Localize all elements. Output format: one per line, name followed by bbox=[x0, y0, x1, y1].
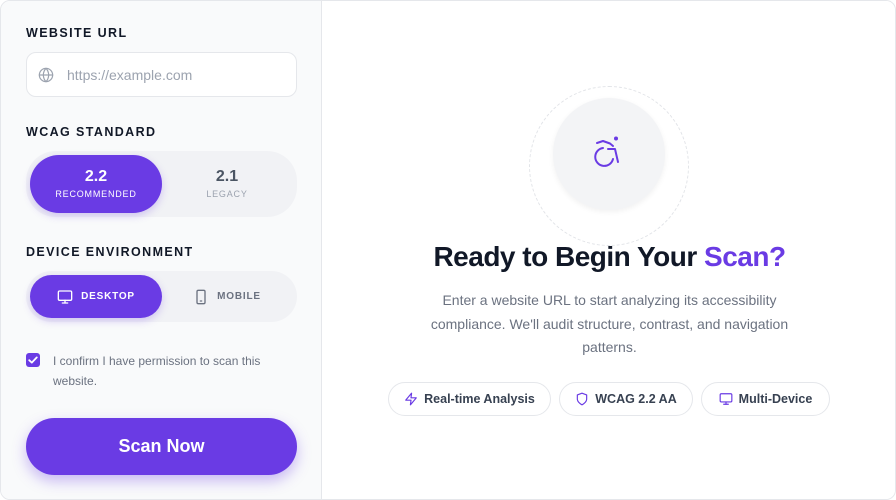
hero-title: Ready to Begin Your Scan? bbox=[322, 241, 895, 273]
checkmark-icon bbox=[28, 356, 38, 364]
device-environment-label: DEVICE ENVIRONMENT bbox=[26, 245, 194, 259]
desktop-label: DESKTOP bbox=[81, 291, 135, 302]
globe-icon bbox=[38, 67, 54, 83]
feature-label: WCAG 2.2 AA bbox=[595, 392, 677, 406]
wcag-2-2-option[interactable]: 2.2 RECOMMENDED bbox=[30, 155, 162, 213]
hero-title-main: Ready to Begin Your bbox=[433, 241, 705, 272]
permission-text: I confirm I have permission to scan this… bbox=[53, 354, 261, 388]
smartphone-icon bbox=[196, 289, 206, 304]
scan-now-button[interactable]: Scan Now bbox=[26, 418, 297, 475]
mobile-option[interactable]: MOBILE bbox=[161, 275, 293, 318]
lightning-icon bbox=[405, 392, 417, 406]
feature-pill-realtime: Real-time Analysis bbox=[388, 382, 551, 416]
feature-pill-multidevice: Multi-Device bbox=[701, 382, 830, 416]
permission-checkbox[interactable] bbox=[26, 353, 40, 367]
shield-icon bbox=[577, 392, 588, 406]
wcag-version-sublabel: LEGACY bbox=[206, 189, 248, 199]
app-frame: WEBSITE URL WCAG STANDARD 2.2 RECOMMENDE… bbox=[0, 0, 896, 500]
device-selector: DESKTOP MOBILE bbox=[26, 271, 297, 322]
hero-description: Enter a website URL to start analyzing i… bbox=[430, 292, 789, 355]
desktop-option[interactable]: DESKTOP bbox=[30, 275, 162, 318]
wcag-version-sublabel: RECOMMENDED bbox=[55, 189, 137, 199]
hero-title-accent: Scan? bbox=[704, 241, 786, 272]
wcag-version-selector: 2.2 RECOMMENDED 2.1 LEGACY bbox=[26, 151, 297, 217]
url-field[interactable] bbox=[26, 52, 297, 97]
monitor-icon bbox=[57, 289, 73, 304]
scan-intro-panel: Ready to Begin Your Scan? Enter a websit… bbox=[322, 1, 895, 499]
website-url-label: WEBSITE URL bbox=[26, 26, 128, 40]
feature-pill-wcag: WCAG 2.2 AA bbox=[559, 382, 693, 416]
accessibility-badge bbox=[553, 98, 665, 210]
feature-label: Multi-Device bbox=[738, 392, 813, 406]
wcag-version-number: 2.2 bbox=[84, 168, 108, 185]
wcag-2-1-option[interactable]: 2.1 LEGACY bbox=[161, 155, 293, 213]
wcag-standard-label: WCAG STANDARD bbox=[26, 125, 157, 139]
wcag-version-number: 2.1 bbox=[215, 168, 239, 185]
scan-settings-panel: WEBSITE URL WCAG STANDARD 2.2 RECOMMENDE… bbox=[1, 1, 322, 499]
monitor-icon bbox=[719, 393, 733, 405]
feature-label: Real-time Analysis bbox=[424, 392, 535, 406]
accessibility-icon bbox=[594, 136, 619, 167]
url-input[interactable] bbox=[67, 53, 292, 96]
mobile-label: MOBILE bbox=[217, 291, 261, 302]
